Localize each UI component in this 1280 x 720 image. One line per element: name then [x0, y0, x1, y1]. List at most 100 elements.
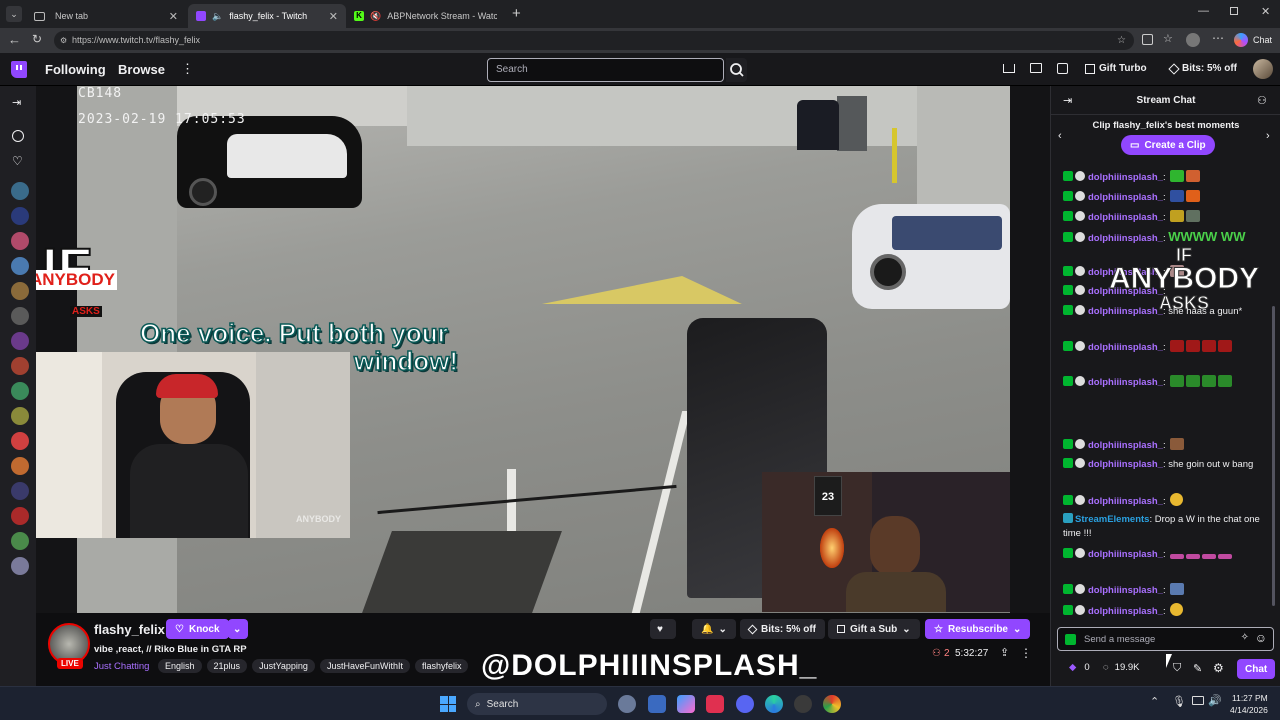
- chat-username[interactable]: dolphiiinsplash_: [1088, 377, 1163, 388]
- favorites-icon[interactable]: ☆: [1163, 32, 1173, 45]
- tab-new-tab[interactable]: New tab ✕: [26, 4, 186, 28]
- channel-avatar[interactable]: [11, 232, 29, 250]
- channel-avatar[interactable]: [11, 282, 29, 300]
- notifications-button[interactable]: 🔔 ⌄: [692, 619, 736, 639]
- bits-cheer-icon[interactable]: ✧: [1241, 632, 1249, 643]
- inbox-icon[interactable]: [1030, 63, 1042, 73]
- volume-icon[interactable]: 🔊: [1208, 694, 1222, 707]
- chat-username[interactable]: dolphiiinsplash_: [1088, 585, 1163, 596]
- channel-avatar[interactable]: [11, 432, 29, 450]
- shield-icon[interactable]: ⛉: [1173, 662, 1181, 675]
- expand-rail-icon[interactable]: ⇥: [12, 96, 21, 109]
- nav-following[interactable]: Following: [45, 62, 106, 77]
- crown-icon[interactable]: [1003, 64, 1015, 73]
- extensions-icon[interactable]: [1142, 34, 1153, 45]
- whispers-icon[interactable]: [1057, 63, 1068, 74]
- channel-avatar[interactable]: [11, 382, 29, 400]
- more-menu-icon[interactable]: ⋯: [1212, 31, 1224, 45]
- chat-username[interactable]: dolphiiinsplash_: [1088, 459, 1163, 470]
- chat-username[interactable]: StreamElements: [1075, 514, 1149, 525]
- copilot-app-icon[interactable]: [677, 695, 695, 713]
- chat-username[interactable]: dolphiiinsplash_: [1088, 549, 1163, 560]
- chat-username[interactable]: dolphiiinsplash_: [1088, 606, 1163, 617]
- chrome-app-icon[interactable]: [823, 695, 841, 713]
- chat-send-button[interactable]: Chat: [1237, 659, 1276, 679]
- edge-app-icon[interactable]: [765, 695, 783, 713]
- search-button[interactable]: [726, 58, 747, 82]
- emote-picker-icon[interactable]: ☺: [1255, 631, 1267, 645]
- profile-avatar[interactable]: [1186, 33, 1200, 47]
- chat-identity-badge-icon[interactable]: [1065, 634, 1076, 645]
- tag-justyapping[interactable]: JustYapping: [252, 659, 315, 673]
- chat-username[interactable]: dolphiiinsplash_: [1088, 496, 1163, 507]
- openai-app-icon[interactable]: [794, 695, 812, 713]
- channel-avatar[interactable]: [11, 557, 29, 575]
- bits-discount-button[interactable]: Bits: 5% off: [740, 619, 825, 639]
- channel-points-balance[interactable]: ◌ 19.9K: [1103, 662, 1139, 673]
- reload-icon[interactable]: ↻: [32, 32, 42, 46]
- close-tab-icon[interactable]: ✕: [169, 10, 178, 23]
- knock-button[interactable]: ♡ Knock: [166, 619, 229, 639]
- chat-input[interactable]: Send a message ✧ ☺: [1057, 627, 1274, 651]
- chat-username[interactable]: dolphiiinsplash_: [1088, 233, 1163, 244]
- next-icon[interactable]: ›: [1266, 130, 1270, 142]
- pencil-icon[interactable]: ✎: [1193, 662, 1202, 675]
- video-player[interactable]: CB148 2023-02-19 17:05:53 IF ANYBODY ASK…: [36, 86, 1050, 613]
- channel-avatar[interactable]: [11, 257, 29, 275]
- settings-app-icon[interactable]: [618, 695, 636, 713]
- tab-abpnetwork[interactable]: K 🔇 ABPNetwork Stream - Watch: [346, 4, 510, 28]
- channel-avatar[interactable]: [11, 507, 29, 525]
- channel-avatar[interactable]: [11, 407, 29, 425]
- bits-button[interactable]: Bits: 5% off: [1168, 62, 1237, 75]
- user-avatar[interactable]: [1253, 59, 1273, 79]
- chat-username[interactable]: dolphiiinsplash_: [1088, 342, 1163, 353]
- more-options-icon[interactable]: ⋮: [1020, 646, 1032, 660]
- windows-start-icon[interactable]: [440, 696, 456, 712]
- chat-username[interactable]: dolphiiinsplash_: [1088, 440, 1163, 451]
- url-field[interactable]: ⚙ https://www.twitch.tv/flashy_felix ☆: [54, 31, 1134, 50]
- tag-english[interactable]: English: [158, 659, 202, 673]
- channel-avatar[interactable]: [11, 307, 29, 325]
- settings-gear-icon[interactable]: ⚙: [1213, 661, 1224, 675]
- chat-username[interactable]: dolphiiinsplash_: [1088, 172, 1163, 183]
- create-clip-button[interactable]: ▭ Create a Clip: [1121, 135, 1215, 155]
- channel-name[interactable]: flashy_felix: [94, 622, 165, 637]
- bits-balance[interactable]: ◆ 0: [1069, 662, 1090, 673]
- twitch-logo-icon[interactable]: [11, 61, 27, 78]
- tray-chevron-icon[interactable]: ⌃: [1150, 695, 1159, 708]
- follow-heart-button[interactable]: ♥: [650, 619, 676, 639]
- channel-avatar[interactable]: [11, 357, 29, 375]
- gift-sub-button[interactable]: Gift a Sub ⌄: [828, 619, 920, 639]
- minimize-button[interactable]: —: [1198, 5, 1209, 17]
- taskbar-search[interactable]: ⌕ Search: [467, 693, 607, 715]
- back-icon[interactable]: ←: [8, 32, 21, 47]
- tag-justhavefunwithit[interactable]: JustHaveFunWithIt: [319, 659, 410, 673]
- network-icon[interactable]: [1192, 696, 1204, 705]
- tab-list-button[interactable]: ⌄: [6, 6, 22, 22]
- stream-category[interactable]: Just Chatting: [94, 661, 149, 672]
- channel-avatar[interactable]: [11, 532, 29, 550]
- share-icon[interactable]: ⇪: [1000, 646, 1009, 659]
- nav-browse[interactable]: Browse: [118, 62, 165, 77]
- tag-flashyfelix[interactable]: flashyfelix: [414, 659, 469, 673]
- music-app-icon[interactable]: [706, 695, 724, 713]
- chat-username[interactable]: dolphiiinsplash_: [1088, 212, 1163, 223]
- chat-scrollbar[interactable]: [1272, 306, 1275, 606]
- users-icon[interactable]: ⚇: [1257, 94, 1267, 107]
- resubscribe-button[interactable]: ☆ Resubscribe ⌄: [925, 619, 1031, 639]
- channel-avatar[interactable]: [11, 482, 29, 500]
- more-vertical-icon[interactable]: ⋮: [181, 61, 194, 77]
- chat-username[interactable]: dolphiiinsplash_: [1088, 306, 1163, 317]
- favorite-star-icon[interactable]: ☆: [1117, 31, 1126, 50]
- copilot-icon[interactable]: [1234, 33, 1248, 47]
- tag-21plus[interactable]: 21plus: [206, 659, 248, 673]
- prev-icon[interactable]: ‹: [1058, 130, 1062, 142]
- restore-button[interactable]: [1230, 7, 1238, 15]
- copilot-chat-label[interactable]: Chat: [1253, 35, 1272, 45]
- store-app-icon[interactable]: [648, 695, 666, 713]
- knock-dropdown-button[interactable]: ⌄: [228, 619, 248, 639]
- search-input[interactable]: Search: [487, 58, 724, 82]
- site-info-icon[interactable]: ⚙: [60, 31, 67, 50]
- microphone-icon[interactable]: 🎙: [1172, 695, 1186, 708]
- gift-turbo-button[interactable]: Gift Turbo: [1085, 63, 1147, 74]
